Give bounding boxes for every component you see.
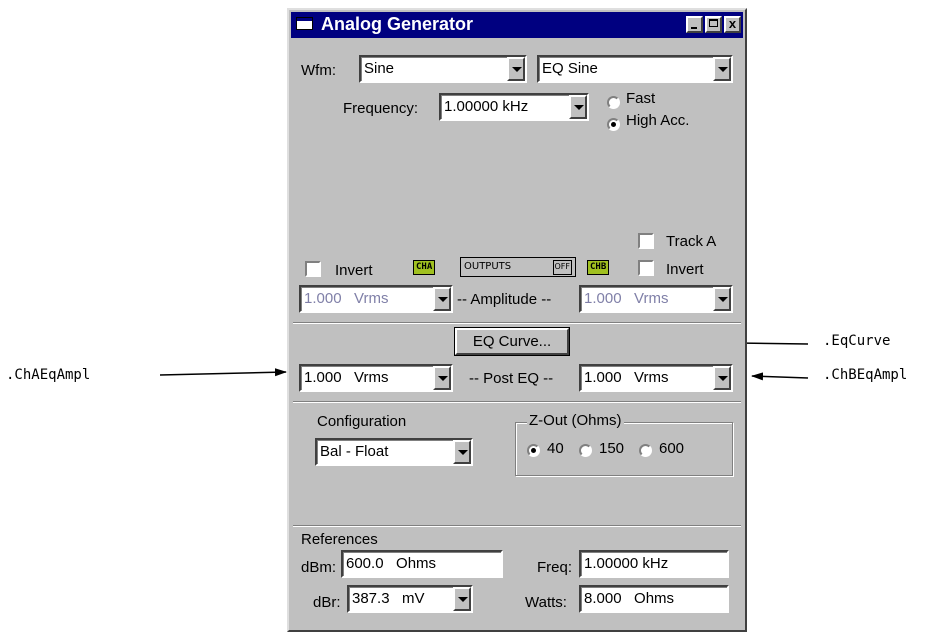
close-button[interactable]: x <box>724 16 741 33</box>
eq-curve-button[interactable]: EQ Curve... <box>455 328 569 355</box>
chevron-down-icon[interactable] <box>569 95 587 119</box>
minimize-button[interactable] <box>686 16 703 33</box>
chevron-down-icon[interactable] <box>453 440 471 464</box>
dbr-reference-value: 387.3 mV <box>352 590 425 607</box>
outputs-label: OUTPUTS <box>464 261 512 272</box>
waveform-type-select[interactable]: Sine <box>359 55 527 83</box>
zout-40-label: 40 <box>547 440 564 457</box>
watts-reference-value: 8.000 Ohms <box>584 590 675 607</box>
amplitude-label: -- Amplitude -- <box>457 291 552 308</box>
waveform-label: Wfm: <box>301 62 336 79</box>
cha-eq-ampl-input[interactable]: 1.000 Vrms <box>299 364 453 392</box>
configuration-value: Bal - Float <box>320 443 389 460</box>
separator <box>293 401 741 403</box>
fast-label: Fast <box>626 90 656 107</box>
cha-invert-checkbox[interactable] <box>305 261 321 277</box>
chevron-down-icon[interactable] <box>713 287 731 311</box>
chevron-down-icon[interactable] <box>713 366 731 390</box>
chevron-down-icon[interactable] <box>433 287 451 311</box>
frequency-value: 1.00000 kHz <box>444 98 529 115</box>
dbm-label: dBm: <box>301 559 337 576</box>
frequency-input[interactable]: 1.00000 kHz <box>439 93 589 121</box>
post-eq-label: -- Post EQ -- <box>469 370 554 387</box>
chevron-down-icon[interactable] <box>453 587 471 611</box>
chevron-down-icon[interactable] <box>713 57 731 81</box>
watts-label: Watts: <box>525 594 567 611</box>
zout-40-radio[interactable] <box>527 444 540 457</box>
zout-150-label: 150 <box>599 440 625 457</box>
waveform-variant-select[interactable]: EQ Sine <box>537 55 733 83</box>
high-acc-label: High Acc. <box>626 112 690 129</box>
outputs-toggle[interactable]: OUTPUTS OFF <box>460 257 576 277</box>
freq-reference-value: 1.00000 kHz <box>584 555 669 572</box>
chb-invert-checkbox[interactable] <box>638 260 654 276</box>
window-title: Analog Generator <box>321 14 474 34</box>
chb-amplitude-value: 1.000 Vrms <box>584 290 669 307</box>
zout-600-radio[interactable] <box>639 444 652 457</box>
title-bar[interactable]: Analog Generator x <box>291 12 743 38</box>
cha-chip: CHA <box>413 260 436 275</box>
cha-invert-label: Invert <box>335 262 373 279</box>
chevron-down-icon[interactable] <box>433 366 451 390</box>
separator <box>293 525 741 527</box>
outputs-state: OFF <box>552 260 572 275</box>
cha-amplitude-value: 1.000 Vrms <box>304 290 389 307</box>
freq-reference-input[interactable]: 1.00000 kHz <box>579 550 729 578</box>
chb-eq-ampl-value: 1.000 Vrms <box>584 369 669 386</box>
track-a-checkbox[interactable] <box>638 233 654 249</box>
chb-eq-ampl-input[interactable]: 1.000 Vrms <box>579 364 733 392</box>
zout-label: Z-Out (Ohms) <box>527 412 624 429</box>
arrow-to-cha-eq-ampl <box>159 368 287 377</box>
references-label: References <box>301 531 378 548</box>
dbm-reference-value: 600.0 Ohms <box>346 555 437 572</box>
separator <box>293 322 741 324</box>
configuration-select[interactable]: Bal - Float <box>315 438 473 466</box>
frequency-label: Frequency: <box>343 100 419 117</box>
high-acc-radio[interactable] <box>607 118 620 131</box>
dbr-label: dBr: <box>313 594 341 611</box>
cha-amplitude-input[interactable]: 1.000 Vrms <box>299 285 453 313</box>
fast-radio[interactable] <box>607 96 620 109</box>
watts-reference-input[interactable]: 8.000 Ohms <box>579 585 729 613</box>
dbr-reference-input[interactable]: 387.3 mV <box>347 585 473 613</box>
waveform-type-value: Sine <box>364 60 395 77</box>
chb-chip: CHB <box>587 260 610 275</box>
zout-600-label: 600 <box>659 440 685 457</box>
arrow-to-chb-eq-ampl <box>751 372 809 381</box>
maximize-button[interactable] <box>705 16 722 33</box>
configuration-label: Configuration <box>317 413 407 430</box>
cha-eq-ampl-value: 1.000 Vrms <box>304 369 389 386</box>
freq-ref-label: Freq: <box>537 559 573 576</box>
waveform-variant-value: EQ Sine <box>542 60 598 77</box>
chb-invert-label: Invert <box>666 261 704 278</box>
chevron-down-icon[interactable] <box>507 57 525 81</box>
analog-generator-window: Analog Generator x Wfm: Sine EQ Sine Fre… <box>287 8 747 632</box>
zout-150-radio[interactable] <box>579 444 592 457</box>
app-icon[interactable] <box>296 17 313 30</box>
track-a-label: Track A <box>666 233 717 250</box>
chb-amplitude-input[interactable]: 1.000 Vrms <box>579 285 733 313</box>
dbm-reference-input[interactable]: 600.0 Ohms <box>341 550 503 578</box>
